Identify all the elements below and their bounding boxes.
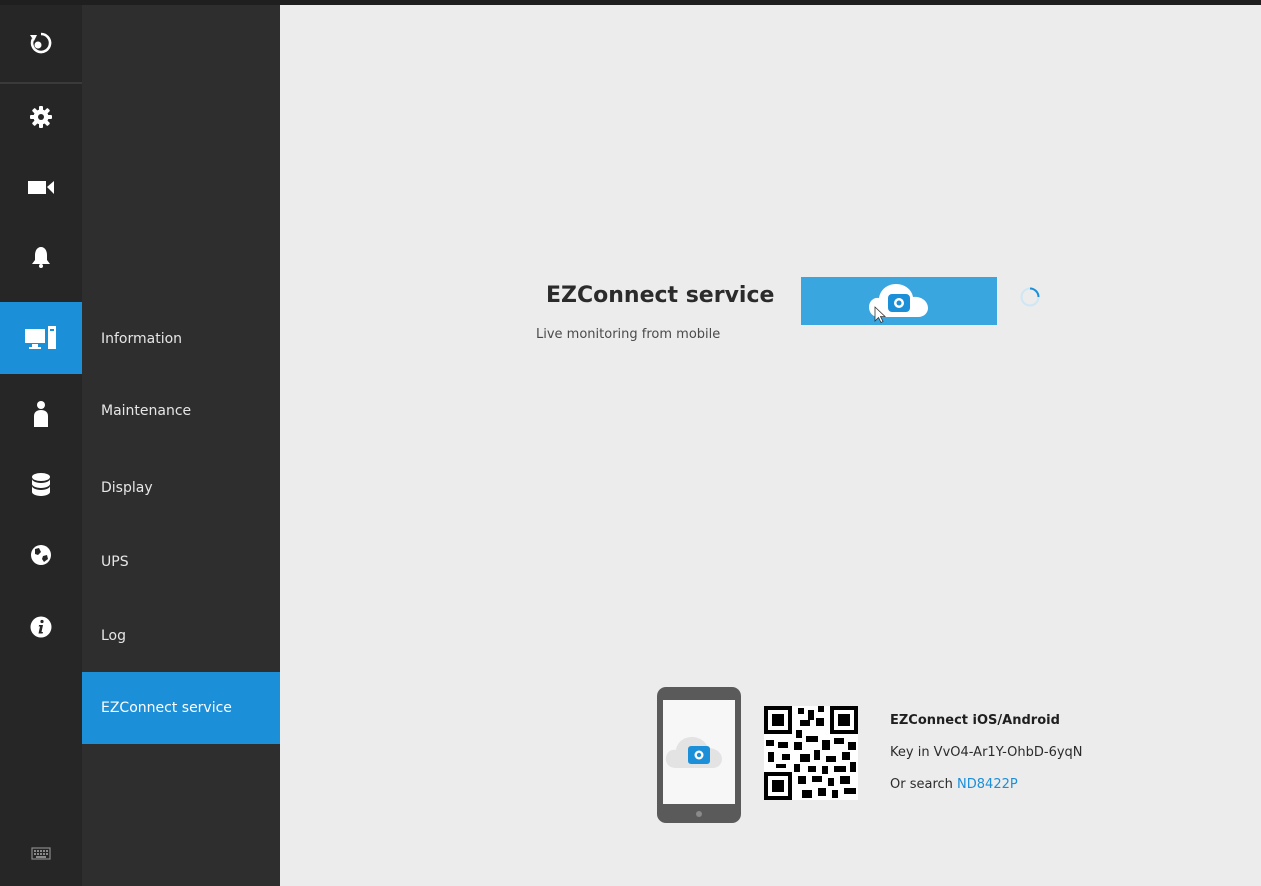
network-icon[interactable] — [0, 520, 82, 590]
submenu-item-label: Information — [101, 331, 183, 347]
gear-icon[interactable] — [0, 82, 82, 152]
search-model-link[interactable]: ND8422P — [957, 777, 1018, 792]
camera-icon[interactable] — [0, 152, 82, 222]
keyboard-icon[interactable] — [0, 823, 82, 883]
info-icon[interactable] — [0, 592, 82, 662]
back-icon[interactable] — [0, 8, 82, 78]
submenu-item-label: EZConnect service — [101, 700, 232, 716]
submenu: Information Maintenance Display UPS Log … — [82, 5, 280, 886]
app-title: EZConnect iOS/Android — [890, 713, 1060, 728]
main-content: EZConnect service Live monitoring from m… — [280, 5, 1261, 886]
bell-icon[interactable] — [0, 222, 82, 292]
submenu-item-information[interactable]: Information — [82, 303, 280, 375]
qr-code — [764, 706, 858, 800]
submenu-item-label: Maintenance — [101, 403, 192, 419]
submenu-item-log[interactable]: Log — [82, 600, 280, 672]
submenu-item-ezconnect-service[interactable]: EZConnect service — [82, 672, 280, 744]
submenu-item-display[interactable]: Display — [82, 452, 280, 524]
submenu-item-label: Log — [101, 628, 127, 644]
submenu-item-label: UPS — [101, 554, 129, 570]
loading-spinner-icon — [1020, 287, 1040, 307]
service-subtitle: Live monitoring from mobile — [536, 327, 721, 342]
submenu-item-label: Display — [101, 480, 153, 496]
ezconnect-enable-button[interactable] — [801, 277, 997, 325]
search-prefix: Or search — [890, 777, 953, 792]
phone-app-icon — [657, 687, 741, 823]
user-icon[interactable] — [0, 379, 82, 449]
storage-icon[interactable] — [0, 450, 82, 520]
cloud-camera-icon — [869, 284, 928, 323]
app-search-text: Or search ND8422P — [890, 777, 1018, 792]
service-title: EZConnect service — [546, 283, 775, 308]
icon-rail — [0, 5, 82, 886]
submenu-item-maintenance[interactable]: Maintenance — [82, 375, 280, 447]
app-key-text: Key in VvO4-Ar1Y-OhbD-6yqN — [890, 745, 1083, 760]
submenu-item-ups[interactable]: UPS — [82, 526, 280, 598]
system-icon[interactable] — [0, 302, 82, 374]
